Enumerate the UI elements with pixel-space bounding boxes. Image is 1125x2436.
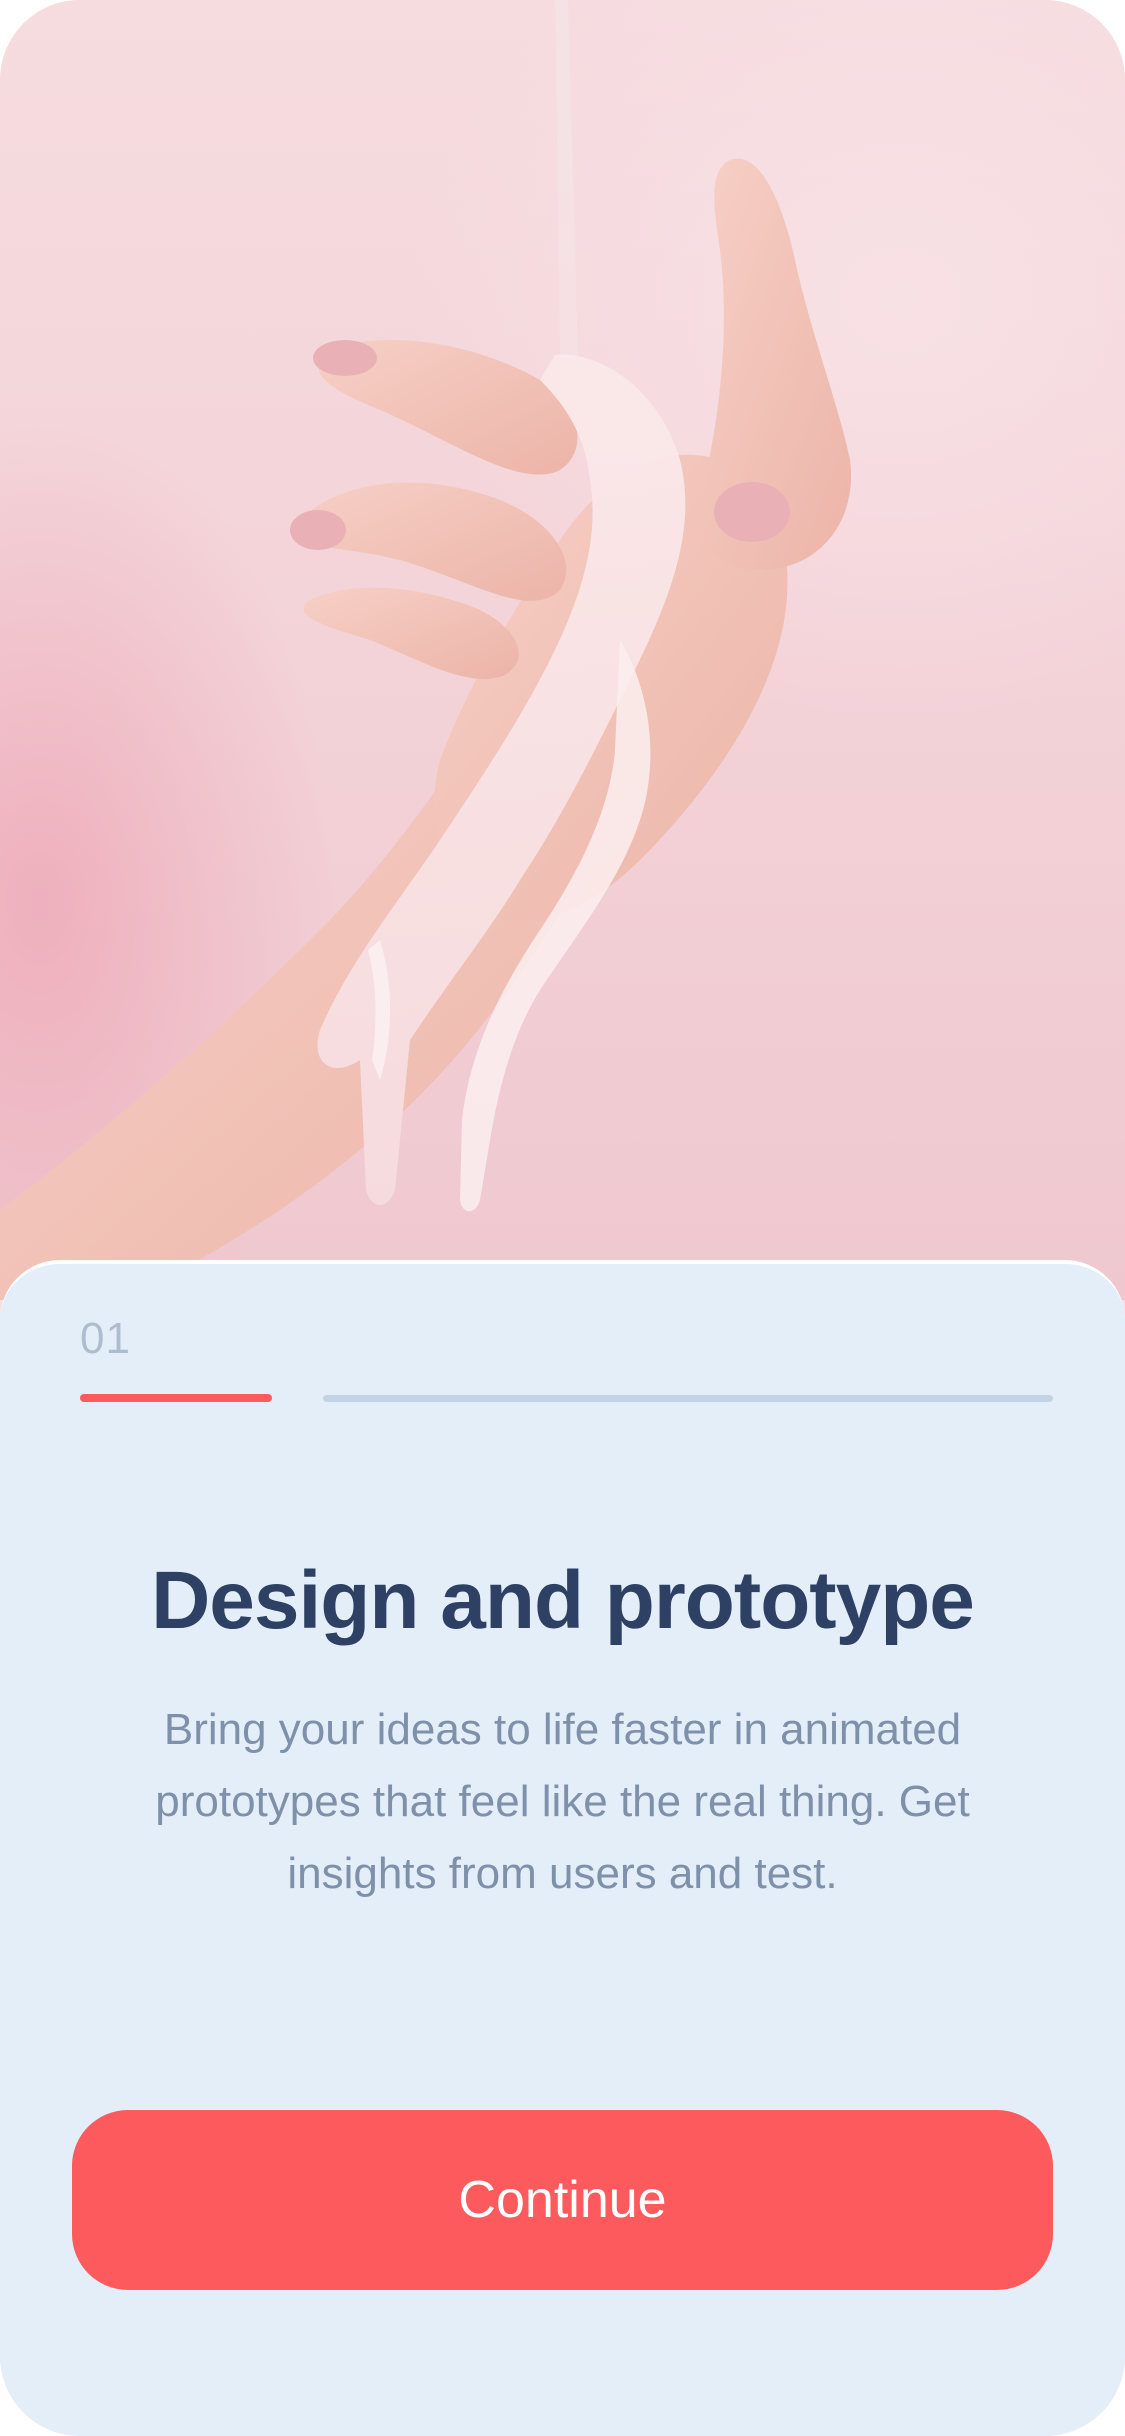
progress-indicator-track [323,1395,1053,1402]
page-description: Bring your ideas to life faster in anima… [155,1705,970,1898]
hero-image [0,0,1125,1300]
progress-indicator-active [80,1394,272,1402]
hand-with-pouring-cream-illustration [0,0,852,1300]
continue-button[interactable]: Continue [72,2110,1053,2290]
onboarding-screen: 01 Design and prototype Bring your ideas… [0,0,1125,2436]
step-number: 01 [80,1314,131,1363]
page-title: Design and prototype [151,1555,975,1646]
onboarding-card: 01 Design and prototype Bring your ideas… [0,1260,1125,2436]
